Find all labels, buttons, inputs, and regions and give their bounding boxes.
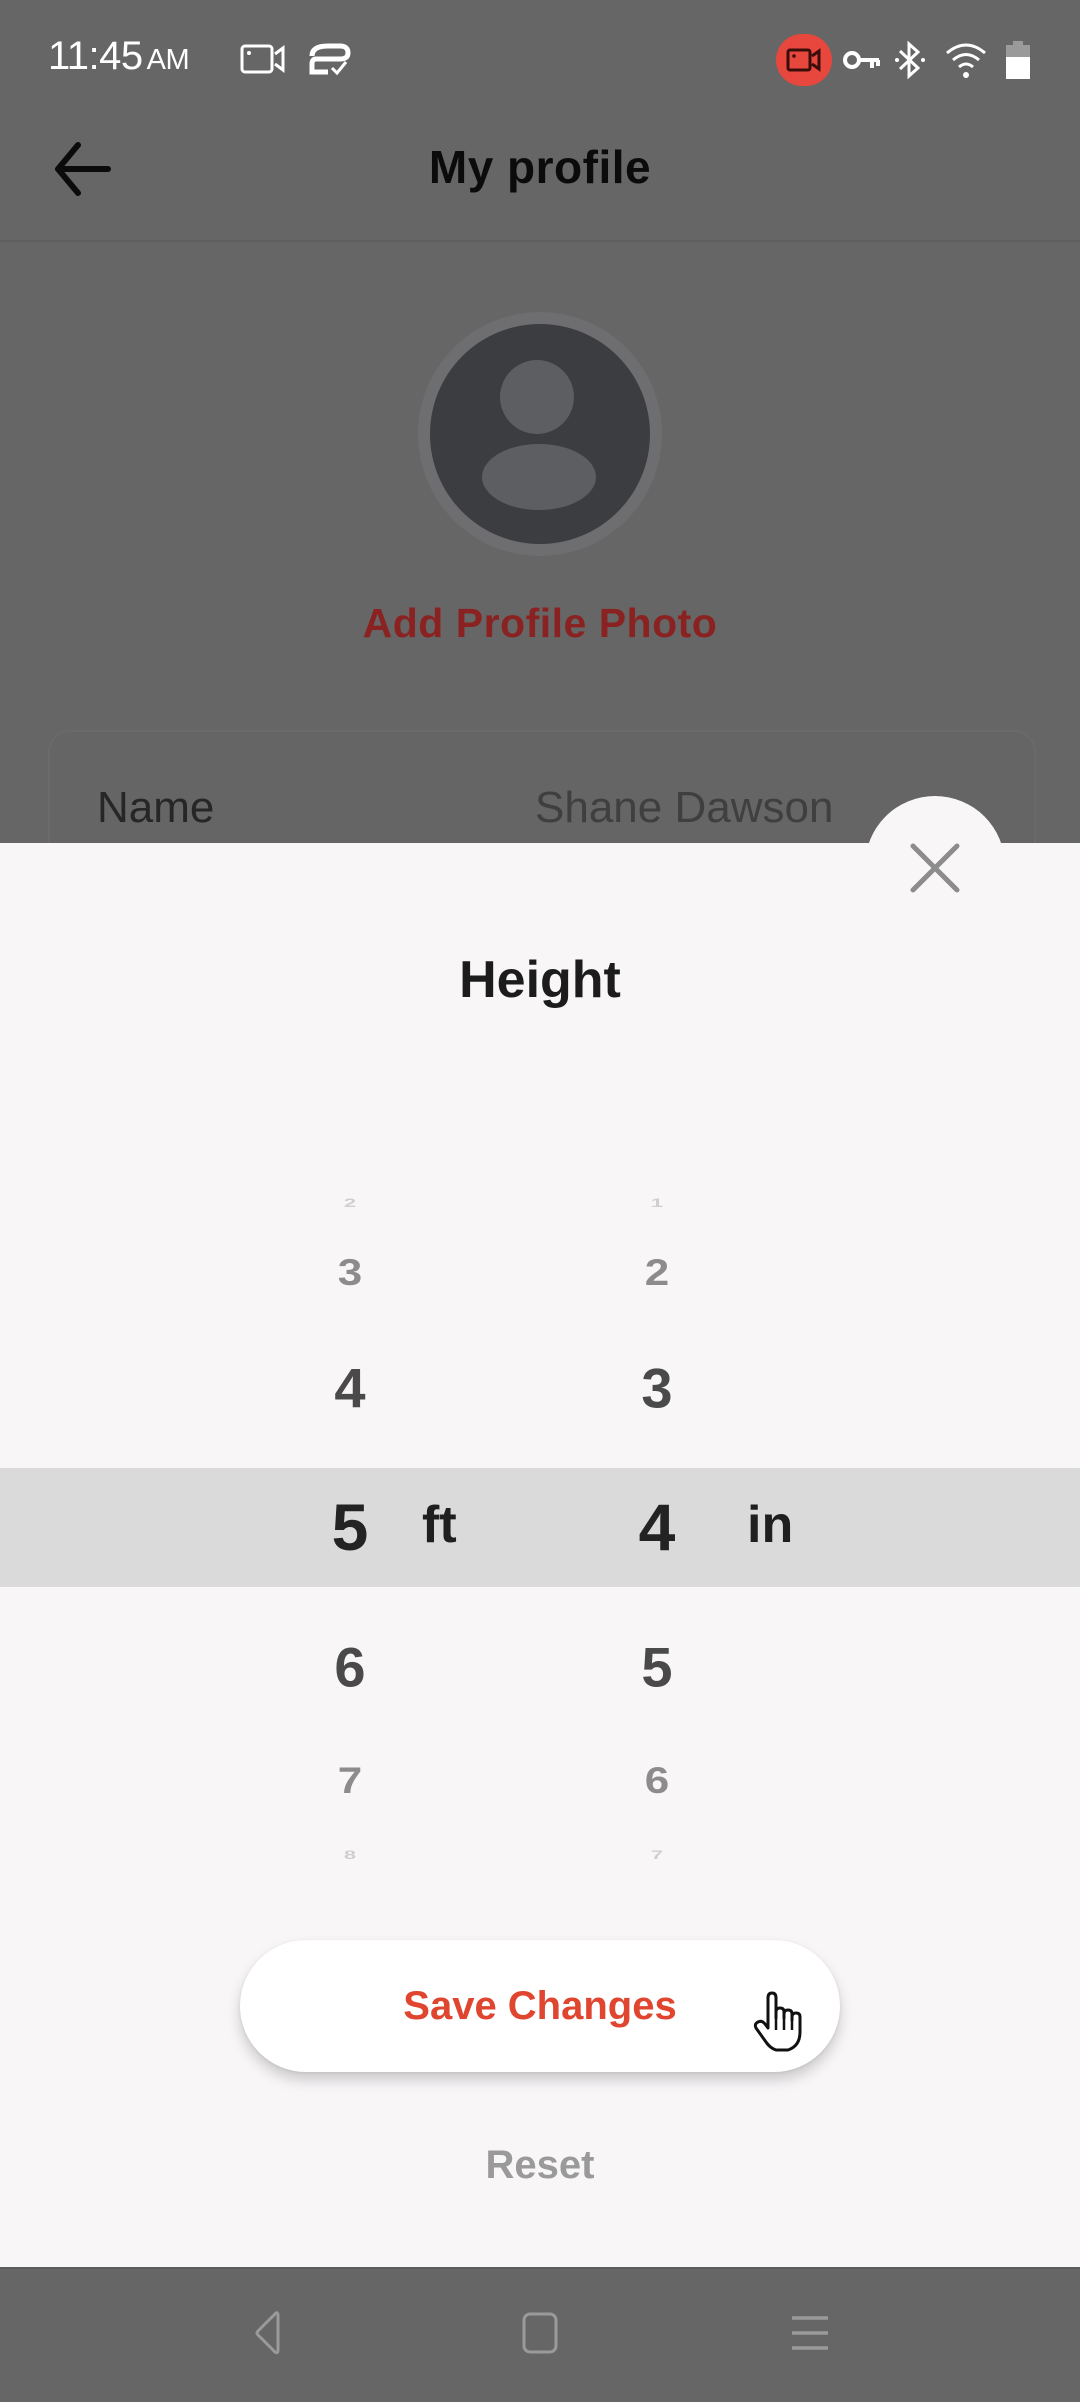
nav-menu-icon[interactable]	[785, 2308, 835, 2358]
inches-option[interactable]: 1	[597, 1196, 717, 1210]
feet-option[interactable]: 2	[290, 1196, 410, 1210]
inches-selected-value[interactable]: 4	[597, 1489, 717, 1565]
inches-option[interactable]: 5	[597, 1635, 717, 1700]
page-title: My profile	[428, 141, 652, 193]
inches-option[interactable]: 2	[597, 1252, 717, 1295]
feet-option[interactable]: 7	[290, 1760, 410, 1803]
avatar[interactable]	[430, 324, 650, 544]
hand-pointer-cursor-icon	[753, 1991, 802, 2052]
close-icon	[910, 843, 960, 893]
feet-selected-value[interactable]: 5	[290, 1489, 410, 1565]
feet-option[interactable]: 8	[290, 1848, 410, 1862]
recording-active-icon	[786, 48, 821, 72]
field-value-name[interactable]: Shane Dawson	[535, 783, 833, 833]
inches-option[interactable]: 6	[597, 1760, 717, 1803]
inches-option[interactable]: 7	[597, 1848, 717, 1862]
bluetooth-icon	[895, 40, 925, 80]
sheet-title: Height	[459, 951, 621, 1009]
status-time-ampm: AM	[146, 44, 190, 76]
close-button[interactable]	[905, 838, 965, 898]
battery-icon	[1006, 41, 1030, 79]
feet-option[interactable]: 4	[290, 1356, 410, 1421]
add-profile-photo-link[interactable]: Add Profile Photo	[0, 600, 1080, 647]
feet-option[interactable]: 3	[290, 1252, 410, 1295]
nav-back-icon[interactable]	[243, 2308, 293, 2358]
wifi-icon	[946, 43, 986, 78]
cast-check-icon	[309, 43, 351, 76]
field-label-name: Name	[97, 783, 215, 832]
status-time: 11:45 AM	[48, 34, 190, 79]
status-time-value: 11:45	[48, 34, 143, 78]
inches-unit-label: in	[747, 1496, 794, 1554]
nav-home-icon[interactable]	[515, 2308, 565, 2358]
recording-active-badge	[776, 34, 832, 86]
avatar-placeholder-head	[500, 360, 574, 434]
feet-option[interactable]: 6	[290, 1635, 410, 1700]
avatar-placeholder-body	[482, 444, 596, 510]
screen-record-icon	[240, 44, 285, 74]
feet-picker-wheel[interactable]	[0, 1150, 540, 1870]
vpn-key-icon	[843, 51, 880, 69]
reset-button[interactable]: Reset	[0, 2143, 1080, 2188]
inches-option[interactable]: 3	[597, 1356, 717, 1421]
feet-unit-label: ft	[422, 1496, 457, 1554]
